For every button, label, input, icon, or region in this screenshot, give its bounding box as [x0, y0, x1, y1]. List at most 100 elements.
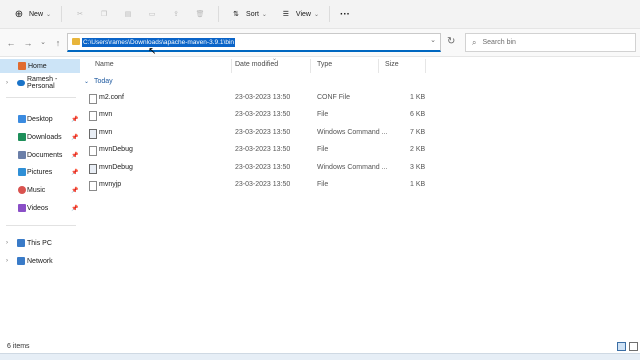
file-explorer-window: ⊕ New ⌄ ✂ ❐ ▤ ▭ ⇪ 🗑 ⇅ Sort ⌄ ☰ View ⌄ ··… — [0, 0, 640, 360]
pin-icon[interactable]: 📌 — [71, 169, 78, 176]
copy-icon[interactable]: ❐ — [97, 7, 111, 21]
sidebar-item-label: Home — [28, 62, 47, 70]
windows-command-file-icon — [89, 129, 97, 139]
file-icon — [89, 94, 97, 104]
address-bar[interactable]: C:\Users\rames\Downloads\apache-maven-3.… — [67, 33, 441, 52]
cut-icon[interactable]: ✂ — [73, 7, 87, 21]
up-arrow-icon[interactable]: ↑ — [52, 37, 64, 49]
chevron-down-icon: ⌄ — [261, 11, 267, 18]
more-options-button[interactable]: ··· — [336, 3, 354, 25]
music-icon — [18, 186, 26, 194]
sidebar-item-desktop[interactable]: Desktop 📌 — [0, 112, 80, 126]
file-type: Windows Command ... — [317, 164, 388, 171]
recent-locations-chevron-icon[interactable]: ⌄ — [37, 37, 49, 49]
sidebar-item-label: Ramesh - Personal — [27, 76, 58, 90]
mouse-cursor-icon: ↖ — [148, 46, 157, 57]
toolbar-divider — [61, 6, 63, 22]
file-row[interactable]: mvn 23-03-2023 13:50 File 6 KB — [80, 107, 640, 123]
chevron-down-icon: ⌄ — [46, 11, 52, 18]
file-size: 2 KB — [410, 146, 426, 153]
sidebar-item-label: This PC — [27, 239, 52, 247]
desktop-icon — [18, 115, 26, 123]
file-type: File — [317, 181, 329, 188]
command-bar: ⊕ New ⌄ ✂ ❐ ▤ ▭ ⇪ 🗑 ⇅ Sort ⌄ ☰ View ⌄ ··… — [0, 0, 640, 29]
sidebar-item-label: Downloads — [27, 133, 62, 141]
sidebar-item-label: Videos — [27, 204, 49, 212]
file-name: mvnDebug — [99, 164, 133, 171]
file-row[interactable]: mvn 23-03-2023 13:50 Windows Command ...… — [80, 125, 640, 141]
onedrive-icon — [17, 80, 25, 86]
sidebar-item-home[interactable]: Home — [0, 59, 80, 73]
refresh-icon[interactable]: ↻ — [447, 36, 455, 47]
expand-chevron-icon[interactable]: › — [6, 80, 8, 86]
pin-icon[interactable]: 📌 — [71, 152, 78, 159]
sidebar-item-music[interactable]: Music 📌 — [0, 183, 80, 197]
large-icons-view-icon[interactable] — [629, 342, 638, 351]
column-header-type[interactable]: Type — [317, 61, 332, 68]
view-button-label: View — [295, 10, 311, 18]
rename-icon[interactable]: ▭ — [145, 7, 159, 21]
network-icon — [17, 257, 25, 265]
file-name: m2.conf — [99, 94, 124, 101]
pin-icon[interactable]: 📌 — [71, 187, 78, 194]
sidebar-item-downloads[interactable]: Downloads 📌 — [0, 130, 80, 144]
sidebar-item-documents[interactable]: Documents 📌 — [0, 148, 80, 162]
file-size: 7 KB — [410, 129, 426, 136]
address-dropdown-icon[interactable]: ⌄ — [430, 36, 436, 44]
back-arrow-icon[interactable]: ← — [5, 37, 17, 49]
column-header-date-modified[interactable]: Date modified — [235, 61, 278, 68]
sidebar-item-pictures[interactable]: Pictures 📌 — [0, 165, 80, 179]
file-date: 23-03-2023 13:50 — [235, 146, 291, 153]
file-row[interactable]: m2.conf 23-03-2023 13:50 CONF File 1 KB — [80, 90, 640, 106]
group-collapse-chevron-icon[interactable]: ⌄ — [84, 79, 89, 85]
address-path-text[interactable]: C:\Users\rames\Downloads\apache-maven-3.… — [82, 37, 236, 47]
file-row[interactable]: mvnyjp 23-03-2023 13:50 File 1 KB — [80, 177, 640, 193]
new-button[interactable]: ⊕ New ⌄ — [8, 3, 55, 25]
expand-chevron-icon[interactable]: › — [6, 240, 8, 246]
group-label: Today — [93, 78, 113, 85]
file-name: mvnyjp — [99, 181, 122, 188]
pin-icon[interactable]: 📌 — [71, 116, 78, 123]
group-header-today[interactable]: ⌄ Today — [84, 78, 113, 85]
pin-icon[interactable]: 📌 — [71, 134, 78, 141]
column-header-size[interactable]: Size — [385, 61, 399, 68]
view-button[interactable]: ☰ View ⌄ — [275, 3, 323, 25]
status-bar: 6 items — [0, 341, 640, 353]
expand-chevron-icon[interactable]: › — [6, 258, 8, 264]
pin-icon[interactable]: 📌 — [71, 205, 78, 212]
sort-button[interactable]: ⇅ Sort ⌄ — [225, 3, 271, 25]
share-icon[interactable]: ⇪ — [169, 7, 183, 21]
videos-icon — [18, 204, 26, 212]
paste-icon[interactable]: ▤ — [121, 7, 135, 21]
details-view-icon[interactable] — [617, 342, 626, 351]
column-divider[interactable] — [310, 59, 311, 73]
file-row[interactable]: mvnDebug 23-03-2023 13:50 Windows Comman… — [80, 160, 640, 176]
file-row[interactable]: mvnDebug 23-03-2023 13:50 File 2 KB — [80, 142, 640, 158]
sidebar-item-onedrive[interactable]: › Ramesh - Personal — [0, 76, 80, 90]
file-date: 23-03-2023 13:50 — [235, 111, 291, 118]
this-pc-icon — [17, 239, 25, 247]
forward-arrow-icon[interactable]: → — [22, 37, 34, 49]
column-divider[interactable] — [231, 59, 232, 73]
sidebar-item-network[interactable]: › Network — [0, 254, 80, 268]
column-header-name[interactable]: Name — [95, 61, 114, 68]
sidebar-item-videos[interactable]: Videos 📌 — [0, 201, 80, 215]
delete-icon[interactable]: 🗑 — [193, 7, 207, 21]
sort-icon: ⇅ — [233, 11, 239, 18]
file-size: 6 KB — [410, 111, 426, 118]
file-size: 3 KB — [410, 164, 426, 171]
file-icon — [89, 146, 97, 156]
column-divider[interactable] — [378, 59, 379, 73]
file-type: Windows Command ... — [317, 129, 388, 136]
sort-button-label: Sort — [246, 10, 259, 18]
column-divider[interactable] — [425, 59, 426, 73]
windows-command-file-icon — [89, 164, 97, 174]
toolbar-divider — [329, 6, 330, 22]
search-box[interactable]: ⌕ Search bin — [465, 33, 636, 52]
sidebar-item-this-pc[interactable]: › This PC — [0, 236, 80, 250]
file-date: 23-03-2023 13:50 — [235, 164, 291, 171]
sidebar-divider — [6, 225, 76, 226]
search-placeholder[interactable]: Search bin — [482, 39, 515, 46]
file-name: mvn — [99, 111, 113, 118]
file-name: mvnDebug — [99, 146, 133, 153]
